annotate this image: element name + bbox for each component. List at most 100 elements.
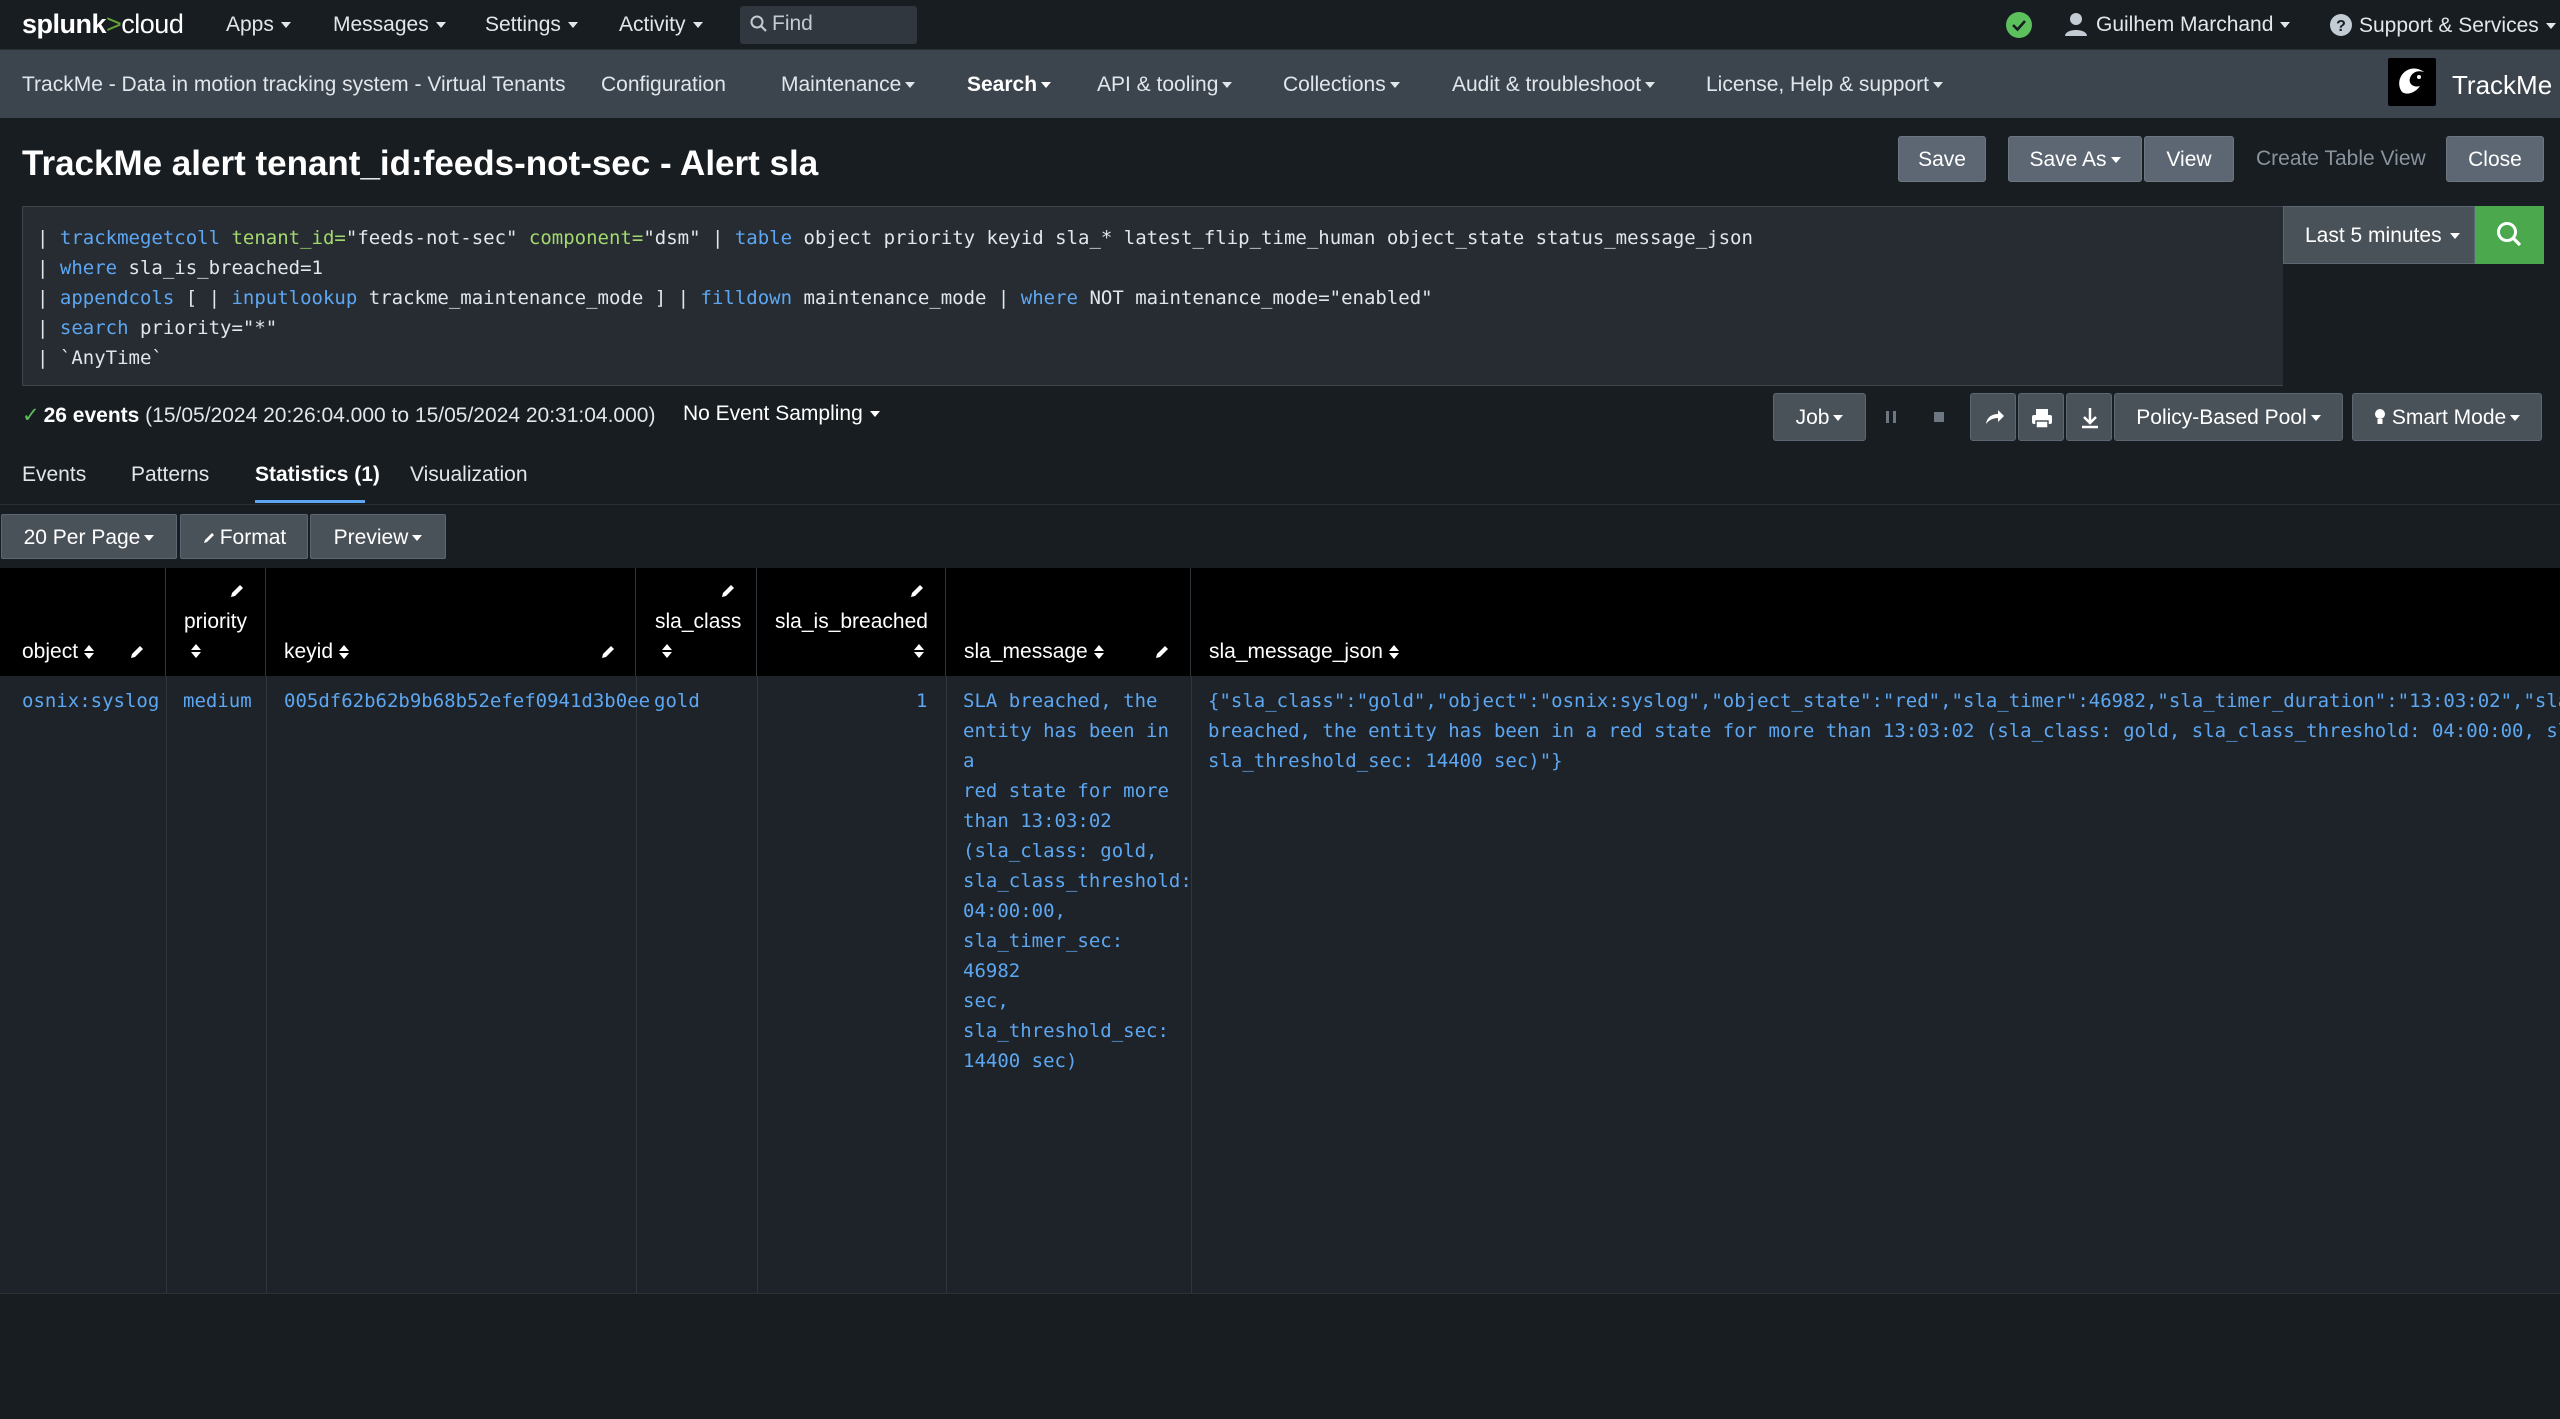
cell-line: breached, the entity has been in a red s… — [1208, 720, 2560, 742]
chevron-down-icon — [1222, 82, 1233, 89]
menu-messages[interactable]: Messages — [333, 13, 446, 37]
preview-dropdown[interactable]: Preview — [310, 514, 446, 559]
download-icon — [2082, 408, 2098, 429]
cell-line: sla_timer_sec: 46982 — [963, 930, 1124, 982]
column-divider — [266, 676, 267, 1293]
sort-icon[interactable] — [339, 645, 350, 660]
cell-line: sla_threshold_sec: — [963, 1020, 1169, 1042]
column-label: priority — [184, 610, 248, 633]
pencil-icon[interactable] — [229, 583, 245, 599]
save-button[interactable]: Save — [1898, 136, 1986, 182]
menu-activity[interactable]: Activity — [619, 13, 703, 37]
column-divider — [166, 676, 167, 1293]
print-button[interactable] — [2018, 393, 2064, 441]
time-range-picker[interactable]: Last 5 minutes — [2283, 206, 2475, 264]
cell-line: SLA breached, the — [963, 690, 1158, 712]
find-box[interactable] — [740, 6, 917, 44]
create-table-view-button[interactable]: Create Table View — [2256, 136, 2426, 182]
find-input[interactable] — [772, 12, 912, 36]
nav-virtual-tenants[interactable]: TrackMe - Data in motion tracking system… — [22, 73, 565, 97]
chevron-down-icon — [1645, 82, 1656, 89]
sort-icon[interactable] — [662, 644, 672, 658]
cell-line: sla_class_threshold: — [963, 870, 1192, 892]
pencil-icon[interactable] — [1154, 644, 1170, 660]
spl-query[interactable]: | trackmegetcoll tenant_id="feeds-not-se… — [37, 223, 1753, 373]
pause-icon[interactable] — [1879, 405, 1903, 429]
nav-audit-troubleshoot[interactable]: Audit & troubleshoot — [1452, 73, 1656, 97]
column-header-sla-class[interactable]: sla_class — [636, 568, 757, 676]
sort-icon[interactable] — [84, 645, 95, 660]
search-mode-dropdown[interactable]: Smart Mode — [2352, 393, 2542, 441]
pencil-icon[interactable] — [600, 644, 616, 660]
page-title: TrackMe alert tenant_id:feeds-not-sec - … — [22, 144, 819, 183]
share-button[interactable] — [1970, 393, 2016, 441]
app-bar: TrackMe - Data in motion tracking system… — [0, 50, 2560, 118]
sort-icon[interactable] — [191, 644, 201, 658]
export-button[interactable] — [2066, 393, 2112, 441]
tab-events[interactable]: Events — [22, 463, 86, 487]
nav-configuration[interactable]: Configuration — [601, 73, 726, 97]
search-icon — [2497, 222, 2522, 247]
cell-sla-message-json[interactable]: {"sla_class":"gold","object":"osnix:sysl… — [1208, 686, 2560, 776]
tab-patterns[interactable]: Patterns — [131, 463, 209, 487]
nav-search[interactable]: Search — [967, 73, 1052, 97]
tab-statistics[interactable]: Statistics (1) — [255, 463, 380, 487]
format-button[interactable]: Format — [180, 514, 308, 559]
per-page-dropdown[interactable]: 20 Per Page — [1, 514, 177, 559]
column-header-sla-message[interactable]: sla_message — [946, 568, 1191, 676]
chevron-down-icon — [2449, 233, 2460, 240]
nav-collections[interactable]: Collections — [1283, 73, 1400, 97]
app-name: TrackMe — [2452, 70, 2553, 100]
event-sampling-dropdown[interactable]: No Event Sampling — [683, 402, 880, 426]
cell-sla-message[interactable]: SLA breached, the entity has been in a r… — [963, 686, 1192, 1076]
health-status-icon[interactable] — [2006, 12, 2032, 38]
column-label: sla_class — [655, 610, 742, 633]
cell-sla-is-breached[interactable]: 1 — [916, 686, 927, 716]
column-header-priority[interactable]: priority — [166, 568, 266, 676]
chevron-down-icon — [869, 411, 880, 418]
close-button[interactable]: Close — [2446, 136, 2544, 182]
column-divider — [1191, 676, 1192, 1293]
pencil-icon[interactable] — [720, 583, 736, 599]
column-label: object — [22, 640, 79, 663]
column-divider — [946, 676, 947, 1293]
splunk-cloud-logo[interactable]: splunk>cloud — [22, 9, 184, 40]
nav-api-tooling[interactable]: API & tooling — [1097, 73, 1233, 97]
column-divider — [636, 676, 637, 1293]
chevron-down-icon — [567, 22, 578, 29]
menu-settings[interactable]: Settings — [485, 13, 578, 37]
run-search-button[interactable] — [2475, 206, 2544, 264]
cell-keyid[interactable]: 005df62b62b9b68b52efef0941d3b0ee — [284, 686, 650, 716]
cell-priority[interactable]: medium — [183, 686, 252, 716]
divider — [0, 504, 2560, 505]
pencil-icon[interactable] — [129, 644, 145, 660]
column-header-keyid[interactable]: keyid — [266, 568, 636, 676]
divider — [0, 1293, 2560, 1294]
column-header-sla-message-json[interactable]: sla_message_json — [1191, 568, 2560, 676]
support-menu[interactable]: ? Support & Services — [2329, 13, 2556, 38]
sort-icon[interactable] — [914, 644, 924, 658]
view-button[interactable]: View — [2144, 136, 2234, 182]
cell-object[interactable]: osnix:syslog — [22, 686, 159, 716]
stop-icon[interactable] — [1927, 405, 1951, 429]
user-menu[interactable]: Guilhem Marchand — [2096, 13, 2291, 37]
cell-line: (sla_class: gold, — [963, 840, 1158, 862]
column-header-sla-is-breached[interactable]: sla_is_breached — [757, 568, 946, 676]
column-label: sla_message_json — [1209, 640, 1383, 663]
column-header-object[interactable]: object — [0, 568, 166, 676]
save-as-button[interactable]: Save As — [2008, 136, 2142, 182]
tab-visualization[interactable]: Visualization — [410, 463, 528, 487]
search-query-editor[interactable]: | trackmegetcoll tenant_id="feeds-not-se… — [22, 206, 2283, 386]
pencil-icon[interactable] — [909, 583, 925, 599]
nav-license-help[interactable]: License, Help & support — [1706, 73, 1943, 97]
menu-apps[interactable]: Apps — [226, 13, 291, 37]
policy-based-pool-dropdown[interactable]: Policy-Based Pool — [2114, 393, 2343, 441]
cell-sla-class[interactable]: gold — [654, 686, 700, 716]
sort-icon[interactable] — [1093, 645, 1104, 660]
svg-text:?: ? — [2336, 18, 2346, 35]
column-divider — [757, 676, 758, 1293]
chevron-down-icon — [2545, 23, 2556, 30]
sort-icon[interactable] — [1388, 645, 1399, 660]
nav-maintenance[interactable]: Maintenance — [781, 73, 916, 97]
job-menu-button[interactable]: Job — [1773, 393, 1866, 441]
